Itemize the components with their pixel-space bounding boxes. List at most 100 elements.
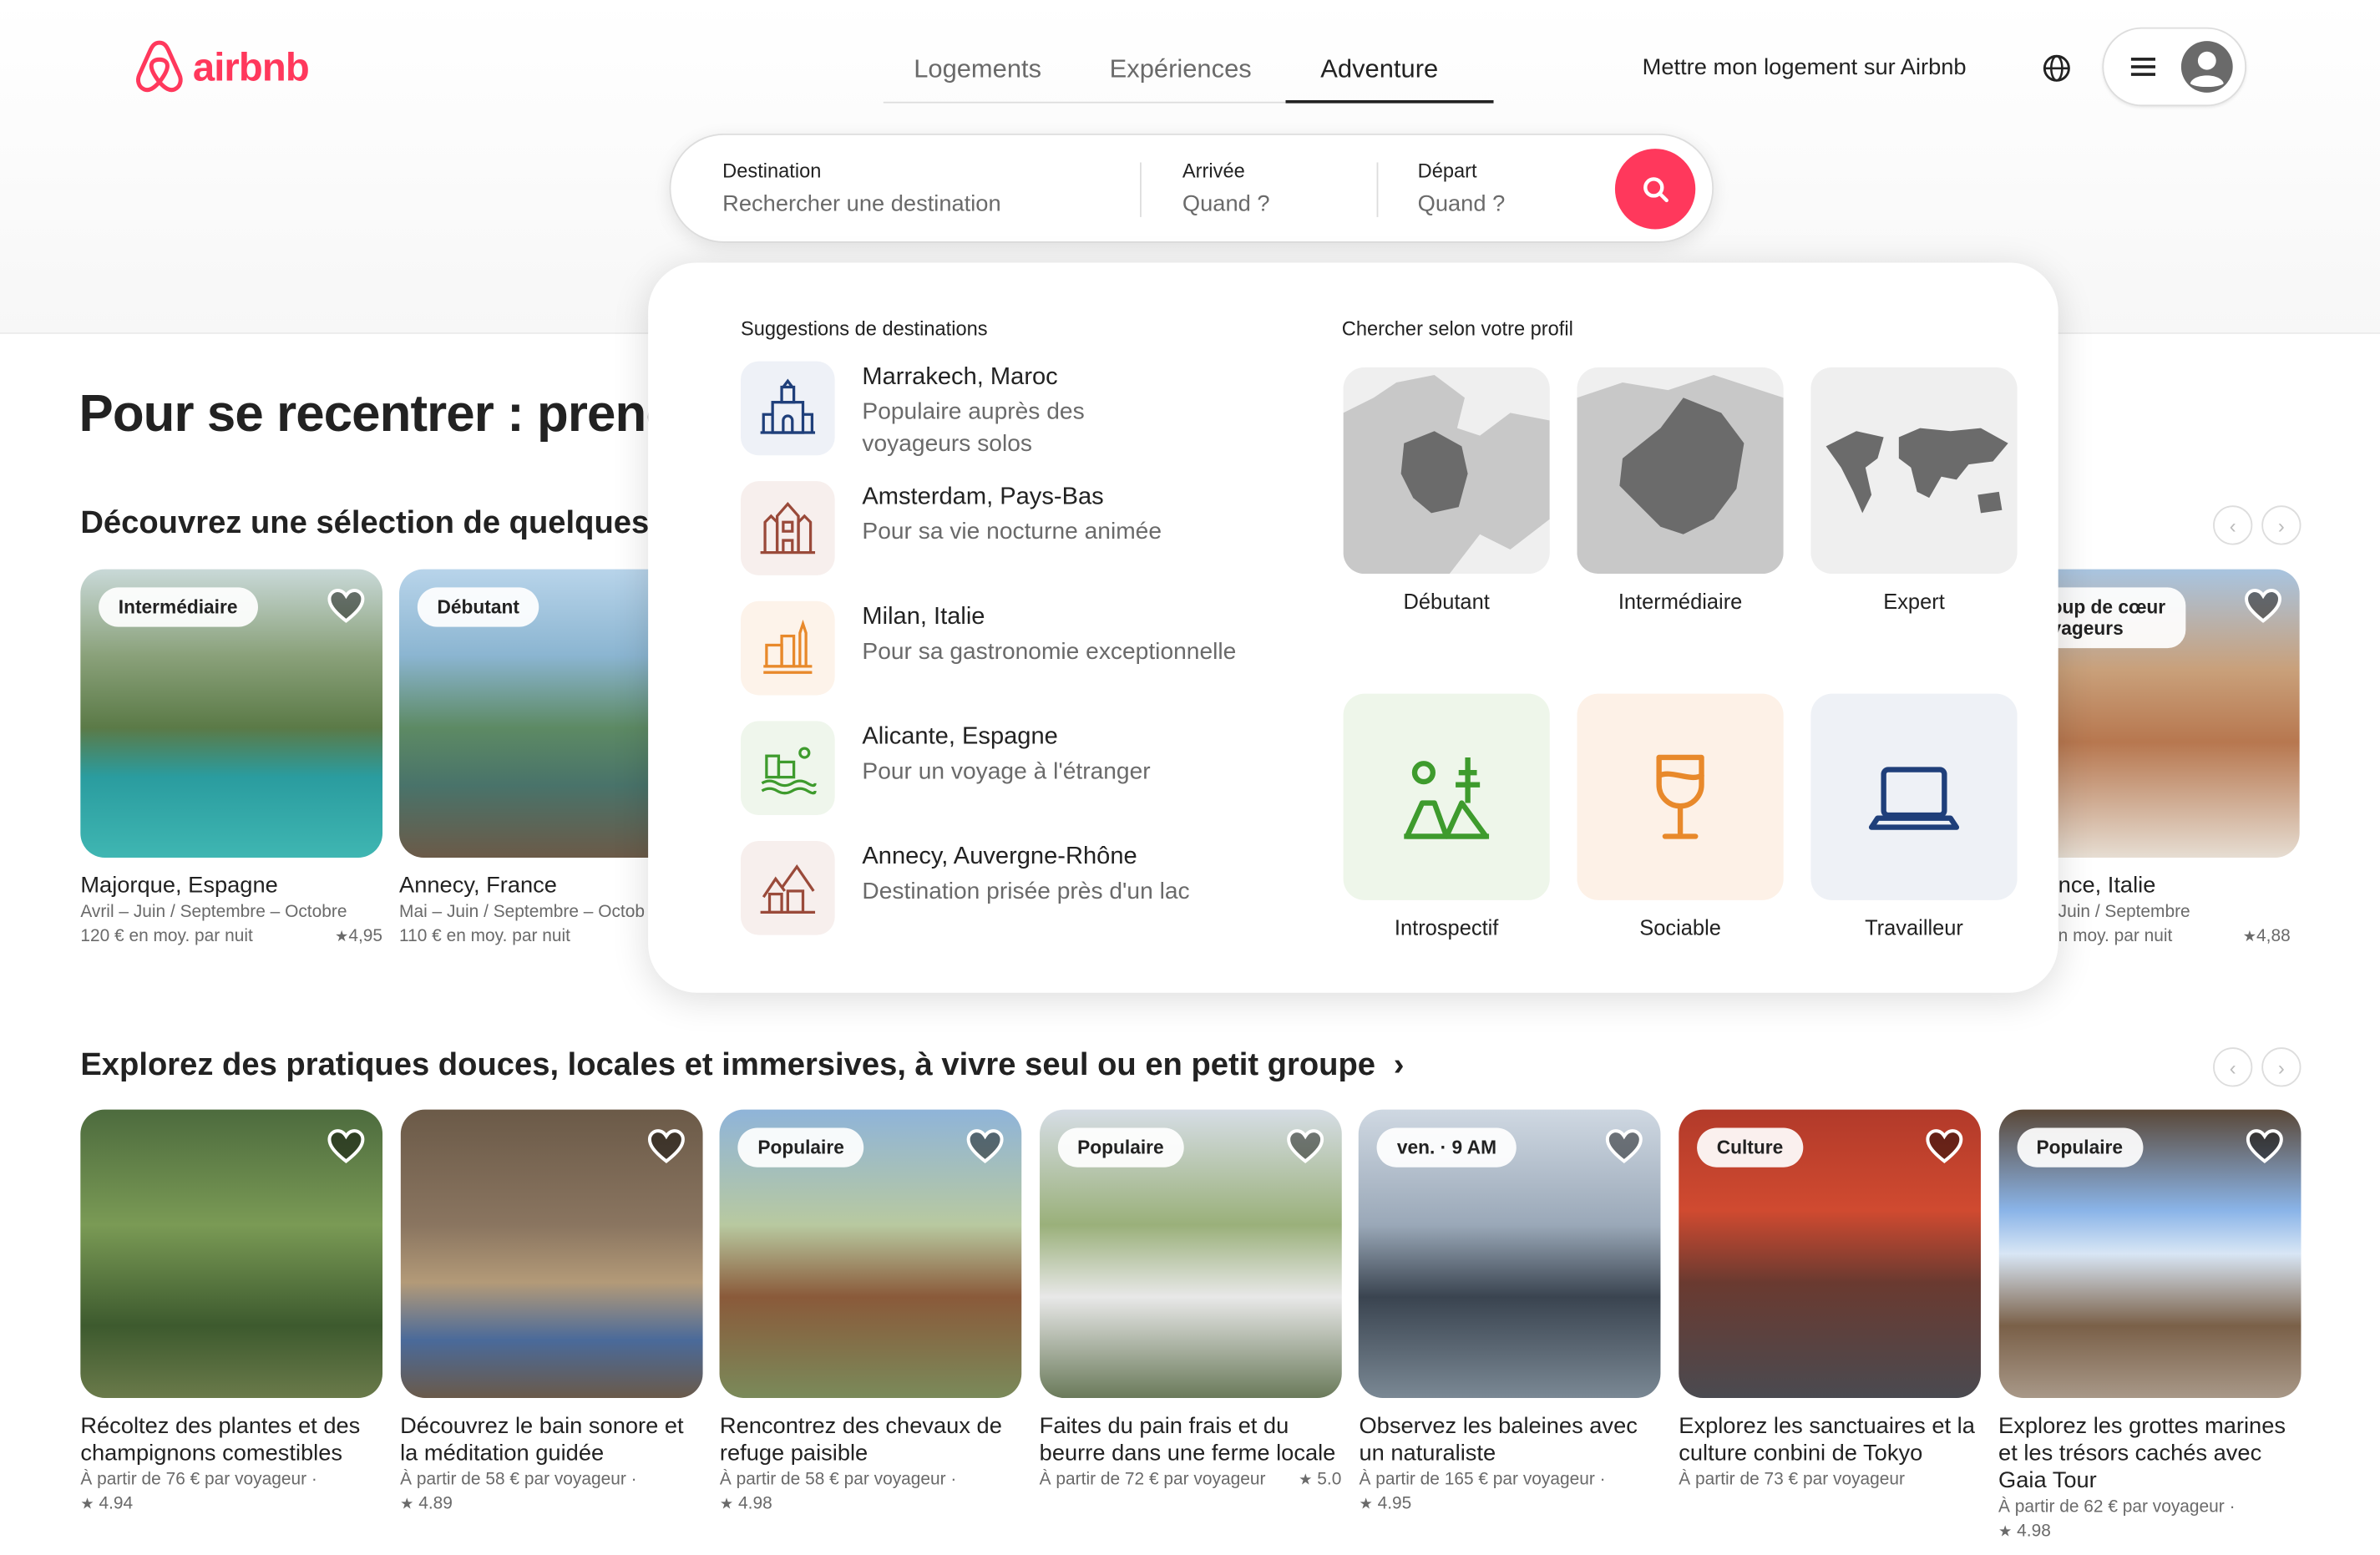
airbnb-logo[interactable]: airbnb [134, 39, 310, 94]
experience-badge: Populaire [1057, 1127, 1184, 1168]
heart-icon[interactable] [1923, 1125, 1966, 1168]
profile-tile-introspectif[interactable]: Introspectif [1343, 693, 1550, 940]
experience-card[interactable]: Populaire Faites du pain frais et du beu… [1039, 1109, 1342, 1494]
heart-icon[interactable] [325, 585, 367, 627]
search-button[interactable] [1614, 149, 1696, 230]
card-title: Découvrez le bain sonore et la méditatio… [400, 1413, 684, 1466]
destination-card[interactable]: Intermédiaire Majorque, Espagne Avril – … [80, 569, 383, 950]
globe-icon[interactable] [2042, 53, 2072, 84]
departure-input[interactable]: Quand ? [1418, 191, 1506, 217]
star-icon: ★ [1359, 1497, 1373, 1514]
card-rating: ★ 4.89 [400, 1495, 453, 1514]
experience-badge: Culture [1697, 1127, 1803, 1168]
suggestion-desc: Pour sa gastronomie exceptionnelle [862, 639, 1237, 666]
heart-icon[interactable] [2243, 1125, 2286, 1168]
card-photo: Populaire [719, 1109, 1022, 1399]
airbnb-belo-icon [136, 40, 183, 93]
heart-icon[interactable] [965, 1125, 1007, 1168]
canal-houses-icon [740, 481, 835, 575]
card-price: À partir de 165 € par voyageur · [1359, 1471, 1606, 1490]
profile-tile-sociable[interactable]: Sociable [1577, 693, 1784, 940]
suggestion-item-marrakech[interactable]: Marrakech, Maroc Populaire auprès des vo… [740, 361, 1136, 460]
experience-card[interactable]: Culture Explorez les sanctuaires et la c… [1679, 1109, 1981, 1492]
heart-icon[interactable] [1603, 1125, 1646, 1168]
star-icon: ★ [1998, 1523, 2013, 1541]
destination-label: Destination [722, 159, 822, 183]
suggestion-name: Marrakech, Maroc [862, 364, 1058, 391]
mosque-icon [740, 361, 835, 456]
heart-icon[interactable] [1284, 1125, 1326, 1168]
level-tile-debutant[interactable]: Débutant [1343, 367, 1550, 614]
tab-experiences[interactable]: Expériences [1110, 54, 1252, 84]
host-link[interactable]: Mettre mon logement sur Airbnb [1643, 54, 1967, 80]
next-arrow-button[interactable]: › [2261, 1047, 2302, 1087]
section1-carousel-arrows: ‹ › [2213, 505, 2302, 545]
destination-field[interactable]: Destination Rechercher une destination [722, 160, 1000, 217]
card-photo: ven. · 9 AM [1359, 1109, 1662, 1399]
level-tile-intermediaire[interactable]: Intermédiaire [1577, 367, 1784, 613]
main-nav-tabs: Logements Expériences Adventure [883, 46, 1494, 104]
experience-card[interactable]: Découvrez le bain sonore et la méditatio… [400, 1109, 702, 1518]
suggestion-item-annecy[interactable]: Annecy, Auvergne-Rhône Destination prisé… [740, 840, 1257, 935]
experience-card[interactable]: ven. · 9 AM Observez les baleines avec u… [1359, 1109, 1662, 1518]
mountain-town-icon [740, 840, 835, 935]
level-badge: Débutant [417, 587, 539, 627]
heart-icon[interactable] [2242, 585, 2285, 627]
experience-card[interactable]: Récoltez des plantes et des champignons … [80, 1109, 383, 1518]
chevron-right-icon: › [1393, 1047, 1405, 1082]
card-price: À partir de 62 € par voyageur · [1998, 1497, 2236, 1517]
level-label: Débutant [1403, 589, 1490, 614]
profile-label: Travailleur [1865, 915, 1963, 940]
suggestion-desc: Populaire auprès des voyageurs solos [862, 399, 1085, 458]
heart-icon[interactable] [325, 1125, 367, 1168]
hamburger-icon [2130, 58, 2155, 76]
prev-arrow-button[interactable]: ‹ [2213, 505, 2253, 545]
card-rating: ★4,95 [335, 927, 383, 946]
heart-icon[interactable] [645, 1125, 687, 1168]
profile-tile-travailleur[interactable]: Travailleur [1810, 693, 2018, 940]
profile-header: Chercher selon votre profil [1341, 317, 1573, 341]
hero-title: Pour se recentrer : prene [78, 385, 675, 443]
section2-title[interactable]: Explorez des pratiques douces, locales e… [80, 1047, 1404, 1084]
section2-carousel-arrows: ‹ › [2213, 1047, 2302, 1087]
card-rating: ★ 4.94 [80, 1495, 134, 1514]
star-icon: ★ [2242, 929, 2257, 946]
card-rating: ★ 4.98 [1998, 1522, 2051, 1541]
card-photo [80, 1109, 383, 1399]
next-arrow-button[interactable]: › [2261, 505, 2302, 545]
arrival-field[interactable]: Arrivée Quand ? [1182, 160, 1270, 217]
meditation-icon [1343, 693, 1550, 900]
logo-text: airbnb [192, 43, 310, 89]
suggestion-item-alicante[interactable]: Alicante, Espagne Pour un voyage à l'étr… [740, 721, 1257, 816]
card-title: Faites du pain frais et du beurre dans u… [1039, 1413, 1336, 1466]
city-skyline-icon [740, 600, 835, 696]
suggestion-item-milan[interactable]: Milan, Italie Pour sa gastronomie except… [740, 600, 1287, 696]
france-map-icon [1343, 367, 1550, 575]
card-title: Récoltez des plantes et des champignons … [80, 1413, 361, 1466]
level-tile-expert[interactable]: Expert [1810, 367, 2018, 613]
arrival-input[interactable]: Quand ? [1182, 191, 1270, 217]
departure-label: Départ [1417, 159, 1477, 183]
tab-logements[interactable]: Logements [914, 54, 1041, 84]
card-photo: Culture [1679, 1109, 1981, 1399]
user-menu-button[interactable] [2102, 27, 2247, 107]
experience-card[interactable]: Populaire Rencontrez des chevaux de refu… [719, 1109, 1022, 1518]
destination-input[interactable]: Rechercher une destination [722, 191, 1000, 217]
departure-field[interactable]: Départ Quand ? [1418, 160, 1506, 217]
card-dates: Avril – Juin / Septembre – Octobre [80, 903, 347, 922]
card-price: À partir de 58 € par voyageur · [719, 1471, 957, 1490]
suggestion-item-amsterdam[interactable]: Amsterdam, Pays-Bas Pour sa vie nocturne… [740, 481, 1257, 575]
card-rating: ★4,88 [2242, 927, 2291, 946]
card-photo: Populaire [1998, 1109, 2301, 1399]
card-price: 110 € en moy. par nuit [399, 927, 570, 946]
suggestions-header: Suggestions de destinations [740, 317, 988, 341]
suggestion-desc: Pour sa vie nocturne animée [862, 519, 1162, 545]
prev-arrow-button[interactable]: ‹ [2213, 1047, 2253, 1087]
card-rating: ★ 4.95 [1359, 1495, 1412, 1514]
search-bar: Destination Rechercher une destination A… [669, 133, 1714, 243]
card-photo [400, 1109, 702, 1399]
world-map-icon [1810, 367, 2018, 575]
experience-card[interactable]: Populaire Explorez les grottes marines e… [1998, 1109, 2301, 1546]
tab-adventure[interactable]: Adventure [1320, 54, 1438, 84]
card-title: Observez les baleines avec un naturalist… [1359, 1413, 1638, 1466]
